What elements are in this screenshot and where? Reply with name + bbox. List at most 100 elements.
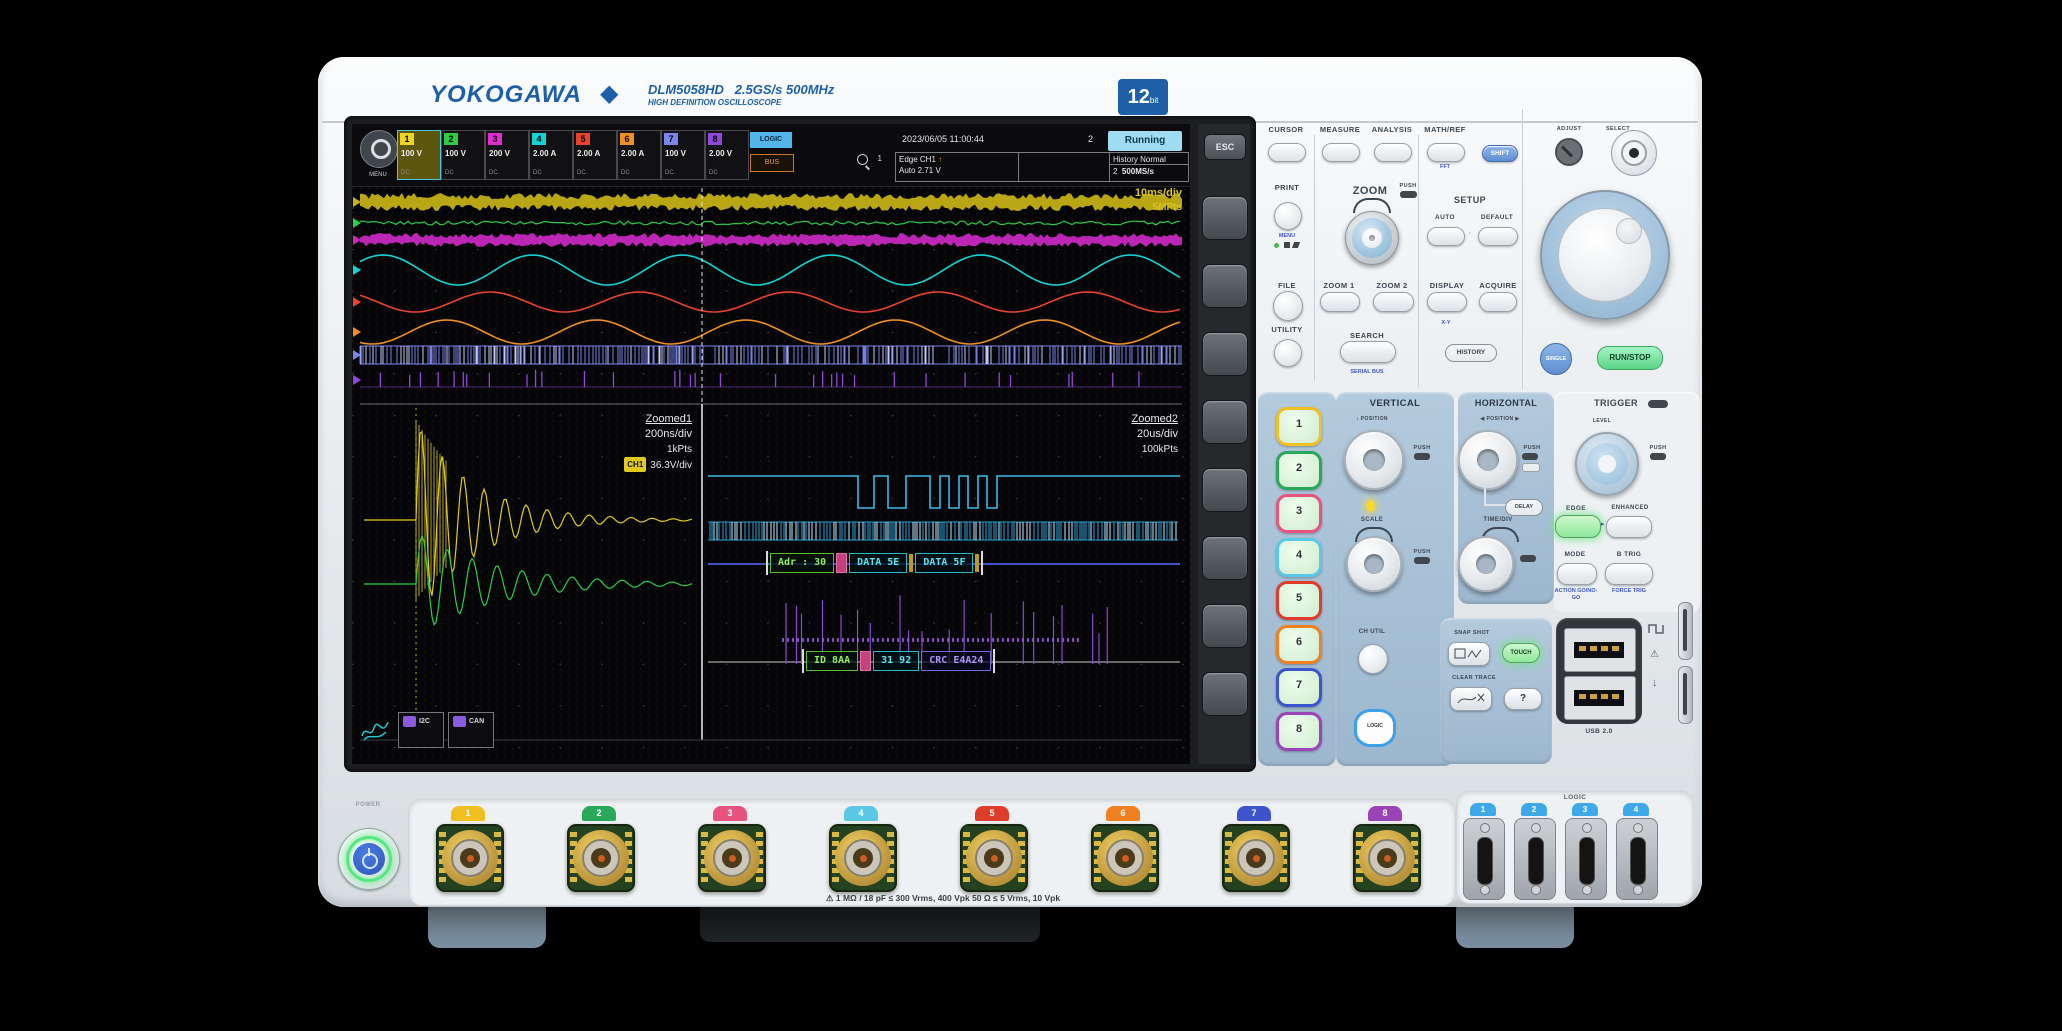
history-button[interactable]: HISTORY	[1445, 344, 1497, 362]
auto-button[interactable]	[1427, 227, 1465, 246]
channel-display-8[interactable]: 82.00 VDC	[705, 130, 749, 180]
jog-shuttle-knob[interactable]	[1540, 190, 1670, 320]
logic-badge[interactable]: LOGIC	[750, 132, 792, 148]
timediv-knob[interactable]	[1458, 536, 1514, 592]
logic-port-3[interactable]	[1565, 818, 1607, 900]
logic-button[interactable]: LOGIC	[1354, 709, 1396, 747]
softkey-2[interactable]	[1202, 264, 1248, 308]
zoom-knob[interactable]	[1345, 211, 1399, 265]
channel-4-button[interactable]: 4	[1276, 538, 1322, 577]
softkey-4[interactable]	[1202, 400, 1248, 444]
enhanced-button[interactable]	[1606, 516, 1652, 538]
softkey-8[interactable]	[1202, 672, 1248, 716]
print-button[interactable]	[1274, 202, 1302, 230]
bus-badge[interactable]: BUS	[750, 154, 794, 172]
vertical-position-knob[interactable]	[1344, 430, 1404, 490]
channel-display-1[interactable]: 1100 VDC	[397, 130, 441, 180]
bnc-input-2[interactable]	[567, 824, 635, 892]
channel-2-button[interactable]: 2	[1276, 451, 1322, 490]
channel-1-button[interactable]: 1	[1276, 407, 1322, 446]
stylus-icon	[1292, 242, 1300, 248]
menu-button[interactable]	[360, 130, 398, 168]
channel-8-button[interactable]: 8	[1276, 712, 1322, 751]
bnc-input-3[interactable]	[698, 824, 766, 892]
bnc-input-4[interactable]	[829, 824, 897, 892]
utility-button[interactable]	[1274, 339, 1302, 367]
channel-value: 200 V	[489, 149, 510, 158]
power-button[interactable]	[338, 828, 400, 890]
bnc-input-1[interactable]	[436, 824, 504, 892]
screen[interactable]: MENU LOGIC BUS 1100 VDC2100 VDC3200 VDC4…	[352, 124, 1190, 764]
shift-button[interactable]: SHIFT	[1482, 145, 1518, 162]
logic-tab-2: 2	[1521, 803, 1547, 816]
usb-port-2[interactable]	[1564, 676, 1636, 720]
mathref-button[interactable]	[1427, 143, 1465, 162]
channel-color-chip: 4	[532, 133, 546, 145]
softkey-3[interactable]	[1202, 332, 1248, 376]
horizontal-position-knob[interactable]	[1458, 430, 1518, 490]
adjust-screw[interactable]	[1555, 138, 1583, 166]
trigger-level-label: LEVEL	[1593, 418, 1611, 424]
select-knob[interactable]	[1611, 130, 1657, 176]
tab-can[interactable]: CAN	[448, 712, 494, 748]
touch-button[interactable]: TOUCH	[1502, 643, 1540, 663]
zoom2-button[interactable]	[1373, 292, 1414, 312]
channel-display-7[interactable]: 7100 VDC	[661, 130, 705, 180]
delay-button[interactable]: DELAY	[1505, 499, 1543, 516]
bnc-tab-4: 4	[844, 806, 878, 821]
btrig-button[interactable]	[1605, 563, 1653, 585]
bnc-tab-3: 3	[713, 806, 747, 821]
softkey-1[interactable]	[1202, 196, 1248, 240]
channel-color-chip: 7	[664, 133, 678, 145]
ch-util-button[interactable]	[1358, 644, 1388, 674]
file-button[interactable]	[1273, 291, 1303, 321]
channel-display-4[interactable]: 42.00 ADC	[529, 130, 573, 180]
display-button[interactable]	[1427, 292, 1467, 312]
channel-7-button[interactable]: 7	[1276, 668, 1322, 707]
edge-button[interactable]	[1555, 515, 1601, 538]
cursor-button[interactable]	[1268, 143, 1306, 162]
mode-button[interactable]	[1557, 563, 1597, 585]
bnc-input-7[interactable]	[1222, 824, 1290, 892]
single-button[interactable]: SINGLE	[1540, 343, 1572, 375]
channel-display-5[interactable]: 52.00 ADC	[573, 130, 617, 180]
channel-display-2[interactable]: 2100 VDC	[441, 130, 485, 180]
channel-6-button[interactable]: 6	[1276, 625, 1322, 664]
logic-port-2[interactable]	[1514, 818, 1556, 900]
analysis-button[interactable]	[1374, 143, 1412, 162]
logic-pod-panel: LOGIC 1234	[1456, 790, 1694, 904]
acquire-button[interactable]	[1479, 292, 1517, 312]
vertical-scale-knob[interactable]	[1346, 536, 1402, 592]
bnc-tab-5: 5	[975, 806, 1009, 821]
measure-button[interactable]	[1322, 143, 1360, 162]
run-stop-button[interactable]: RUN/STOP	[1597, 346, 1663, 370]
softkey-7[interactable]	[1202, 604, 1248, 648]
esc-button[interactable]: ESC	[1204, 134, 1246, 160]
tab-i2c[interactable]: I2C	[398, 712, 444, 748]
help-button[interactable]: ?	[1504, 688, 1542, 710]
trigger-level-knob[interactable]	[1575, 432, 1639, 496]
channel-5-button[interactable]: 5	[1276, 581, 1322, 620]
search-button[interactable]	[1340, 341, 1396, 363]
channel-select-panel: 1 2 3 4 5 6 7 8	[1258, 392, 1336, 766]
snapshot-button[interactable]	[1448, 642, 1490, 666]
mode-label: MODE	[1564, 551, 1585, 558]
logic-port-1[interactable]	[1463, 818, 1505, 900]
bnc-input-5[interactable]	[960, 824, 1028, 892]
bnc-input-6[interactable]	[1091, 824, 1159, 892]
usb-block	[1556, 618, 1642, 724]
softkey-5[interactable]	[1202, 468, 1248, 512]
zoom1-button[interactable]	[1320, 292, 1360, 312]
display-label: DISPLAY	[1430, 281, 1465, 290]
bnc-input-8[interactable]	[1353, 824, 1421, 892]
usb-port-1[interactable]	[1564, 628, 1636, 672]
bus-decode-i2c: Adr : 30 DATA 5E DATA 5F	[766, 551, 983, 575]
model-subtitle: HIGH DEFINITION OSCILLOSCOPE	[648, 98, 781, 107]
softkey-6[interactable]	[1202, 536, 1248, 580]
channel-display-6[interactable]: 62.00 ADC	[617, 130, 661, 180]
logic-port-4[interactable]	[1616, 818, 1658, 900]
channel-3-button[interactable]: 3	[1276, 494, 1322, 533]
channel-display-3[interactable]: 3200 VDC	[485, 130, 529, 180]
default-button[interactable]	[1478, 227, 1518, 246]
clear-trace-button[interactable]	[1450, 687, 1492, 711]
